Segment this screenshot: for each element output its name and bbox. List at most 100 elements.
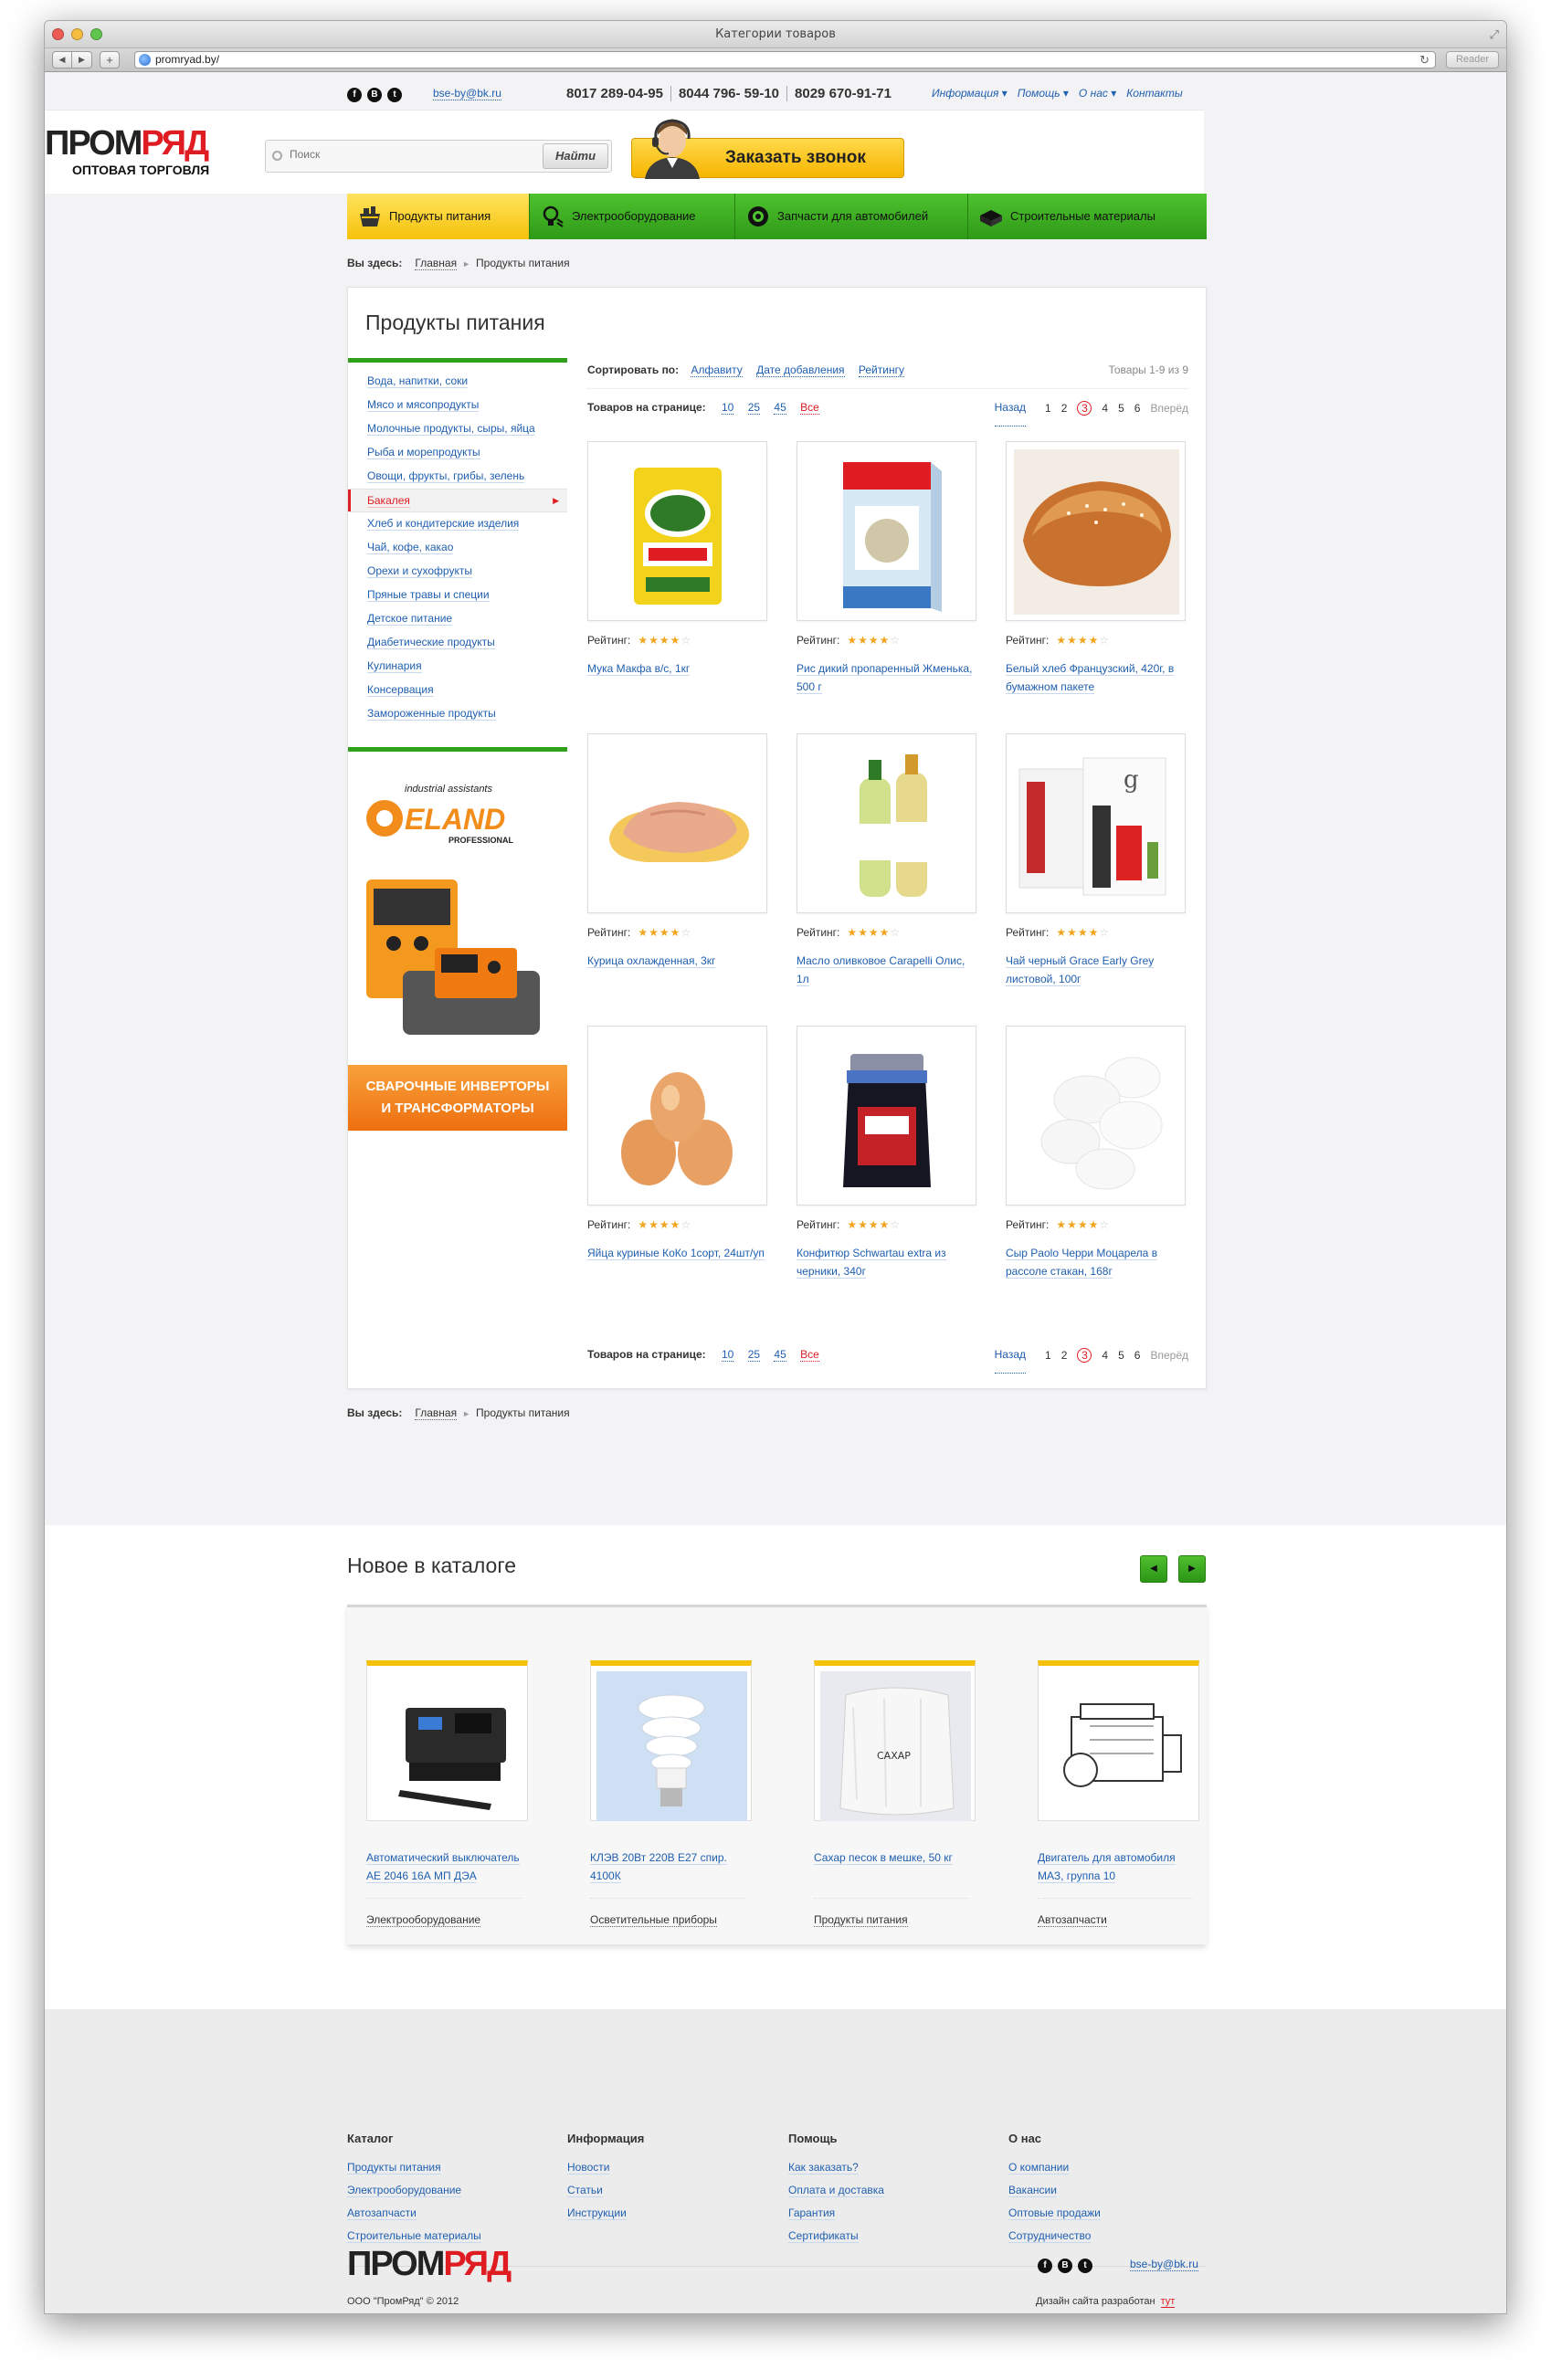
product-title-link[interactable]: Белый хлеб Французский, 420г, в бумажном… <box>1006 662 1175 694</box>
sidebar-item-label[interactable]: Хлеб и кондитерские изделия <box>367 517 520 531</box>
sidebar-item-label[interactable]: Вода, напитки, соки <box>367 374 469 388</box>
sidebar-item[interactable]: Замороженные продукты <box>348 702 567 726</box>
sidebar-item[interactable]: Бакалея ▶ <box>348 489 567 512</box>
rating-stars-icon[interactable]: ★★★★☆ <box>1056 634 1110 647</box>
search-input[interactable] <box>290 148 527 161</box>
product-image[interactable] <box>587 441 767 621</box>
product-image[interactable] <box>1006 1026 1186 1206</box>
product-image[interactable] <box>797 441 976 621</box>
footer-link[interactable]: Новости <box>567 2156 644 2179</box>
per-page-10[interactable]: 10 <box>722 401 734 415</box>
footer-email-link[interactable]: bse-by@bk.ru <box>1130 2258 1198 2271</box>
new-tab-button[interactable]: + <box>100 51 120 68</box>
per-page-all[interactable]: Все <box>800 1348 819 1362</box>
new-item-image[interactable] <box>366 1660 528 1821</box>
sidebar-item-label[interactable]: Орехи и сухофрукты <box>367 564 472 578</box>
carousel-prev-button[interactable]: ◀ <box>1140 1555 1167 1583</box>
callback-button[interactable]: Заказать звонок <box>631 119 904 179</box>
new-item-image[interactable]: САХАР <box>814 1660 976 1821</box>
rating-stars-icon[interactable]: ★★★★☆ <box>847 1218 901 1231</box>
category-food-tab[interactable]: Продукты питания <box>347 194 530 239</box>
close-window-button[interactable] <box>52 28 64 40</box>
new-item-title-link[interactable]: Двигатель для автомобиля МАЗ, группа 10 <box>1038 1851 1176 1883</box>
footer-link[interactable]: Вакансии <box>1008 2179 1101 2202</box>
product-image[interactable] <box>587 733 767 913</box>
carousel-next-button[interactable]: ▶ <box>1178 1555 1206 1583</box>
sidebar-item-label[interactable]: Детское питание <box>367 612 453 626</box>
sidebar-item-label[interactable]: Мясо и мясопродукты <box>367 398 480 412</box>
product-image[interactable] <box>587 1026 767 1206</box>
footer-link[interactable]: Автозапчасти <box>347 2202 481 2225</box>
search-button[interactable]: Найти <box>543 143 608 169</box>
footer-link[interactable]: Сертификаты <box>788 2225 884 2248</box>
product-title-link[interactable]: Мука Макфа в/с, 1кг <box>587 662 691 676</box>
pagination-prev[interactable]: Назад <box>994 1336 1027 1374</box>
per-page-10[interactable]: 10 <box>722 1348 734 1362</box>
category-auto-tab[interactable]: Запчасти для автомобилей <box>735 194 968 239</box>
footer-logo[interactable]: ПРОМРЯД <box>347 2246 512 2282</box>
category-electro-tab[interactable]: Электрооборудование <box>530 194 735 239</box>
sort-date-link[interactable]: Дате добавления <box>756 363 845 377</box>
footer-link[interactable]: Гарантия <box>788 2202 884 2225</box>
per-page-25[interactable]: 25 <box>747 1348 761 1362</box>
sidebar-item[interactable]: Хлеб и кондитерские изделия <box>348 512 567 536</box>
rating-stars-icon[interactable]: ★★★★☆ <box>638 926 691 939</box>
page-5[interactable]: 5 <box>1118 1337 1124 1374</box>
fullscreen-icon[interactable]: ⤢ <box>1490 27 1499 42</box>
footer-link[interactable]: Электрооборудование <box>347 2179 481 2202</box>
nav-about-dropdown[interactable]: О нас ▾ <box>1079 87 1116 100</box>
breadcrumb-home-link[interactable]: Главная <box>415 1406 458 1420</box>
footer-link[interactable]: Как заказать? <box>788 2156 884 2179</box>
sidebar-item[interactable]: Вода, напитки, соки <box>348 370 567 394</box>
pagination-prev[interactable]: Назад <box>994 389 1027 427</box>
new-item-title-link[interactable]: КЛЭВ 20Вт 220В Е27 спир. 4100К <box>590 1851 727 1883</box>
sidebar-item-label[interactable]: Рыба и морепродукты <box>367 446 480 459</box>
minimize-window-button[interactable] <box>71 28 83 40</box>
footer-link[interactable]: Продукты питания <box>347 2156 481 2179</box>
page-2[interactable]: 2 <box>1061 1337 1068 1374</box>
page-6[interactable]: 6 <box>1134 1337 1141 1374</box>
nav-info-dropdown[interactable]: Информация ▾ <box>932 87 1008 100</box>
page-2[interactable]: 2 <box>1061 390 1068 427</box>
sidebar-item-label[interactable]: Чай, кофе, какао <box>367 541 454 554</box>
forward-button[interactable]: ▶ <box>72 51 92 68</box>
sort-rating-link[interactable]: Рейтингу <box>858 363 904 377</box>
sidebar-item[interactable]: Мясо и мясопродукты <box>348 394 567 417</box>
product-title-link[interactable]: Сыр Paolo Черри Моцарела в рассоле стака… <box>1006 1247 1158 1279</box>
page-1[interactable]: 1 <box>1045 1337 1051 1374</box>
rating-stars-icon[interactable]: ★★★★☆ <box>638 1218 691 1231</box>
sidebar-item[interactable]: Диабетические продукты <box>348 631 567 655</box>
sidebar-item-label[interactable]: Диабетические продукты <box>367 636 495 649</box>
twitter-icon[interactable]: t <box>387 88 402 102</box>
sort-alphabet-link[interactable]: Алфавиту <box>691 363 743 377</box>
page-1[interactable]: 1 <box>1045 390 1051 427</box>
rating-stars-icon[interactable]: ★★★★☆ <box>847 926 901 939</box>
top-email-link[interactable]: bse-by@bk.ru <box>433 87 501 100</box>
rating-stars-icon[interactable]: ★★★★☆ <box>847 634 901 647</box>
sidebar-item[interactable]: Молочные продукты, сыры, яйца <box>348 417 567 441</box>
product-image[interactable] <box>797 1026 976 1206</box>
design-credit-link[interactable]: тут <box>1160 2296 1176 2308</box>
sidebar-item[interactable]: Чай, кофе, какао <box>348 536 567 560</box>
product-image[interactable] <box>1006 441 1186 621</box>
footer-link[interactable]: Оплата и доставка <box>788 2179 884 2202</box>
vkontakte-icon[interactable]: B <box>367 88 382 102</box>
new-item-title-link[interactable]: Сахар песок в мешке, 50 кг <box>814 1851 953 1865</box>
reload-icon[interactable]: ↻ <box>1419 52 1430 68</box>
page-4[interactable]: 4 <box>1102 390 1108 427</box>
sidebar-item-label[interactable]: Консервация <box>367 683 434 697</box>
per-page-45[interactable]: 45 <box>774 401 786 415</box>
page-6[interactable]: 6 <box>1134 390 1141 427</box>
footer-link[interactable]: Сотрудничество <box>1008 2225 1101 2248</box>
footer-link[interactable]: Статьи <box>567 2179 644 2202</box>
footer-link[interactable]: О компании <box>1008 2156 1101 2179</box>
nav-help-dropdown[interactable]: Помощь ▾ <box>1018 87 1069 100</box>
product-image[interactable] <box>797 733 976 913</box>
footer-link[interactable]: Оптовые продажи <box>1008 2202 1101 2225</box>
breadcrumb-home-link[interactable]: Главная <box>415 257 458 270</box>
per-page-25[interactable]: 25 <box>747 401 761 415</box>
site-logo[interactable]: ПРОМРЯД ОПТОВАЯ ТОРГОВЛЯ <box>45 126 209 177</box>
page-4[interactable]: 4 <box>1102 1337 1108 1374</box>
category-build-tab[interactable]: Строительные материалы <box>968 194 1207 239</box>
product-image[interactable]: g <box>1006 733 1186 913</box>
